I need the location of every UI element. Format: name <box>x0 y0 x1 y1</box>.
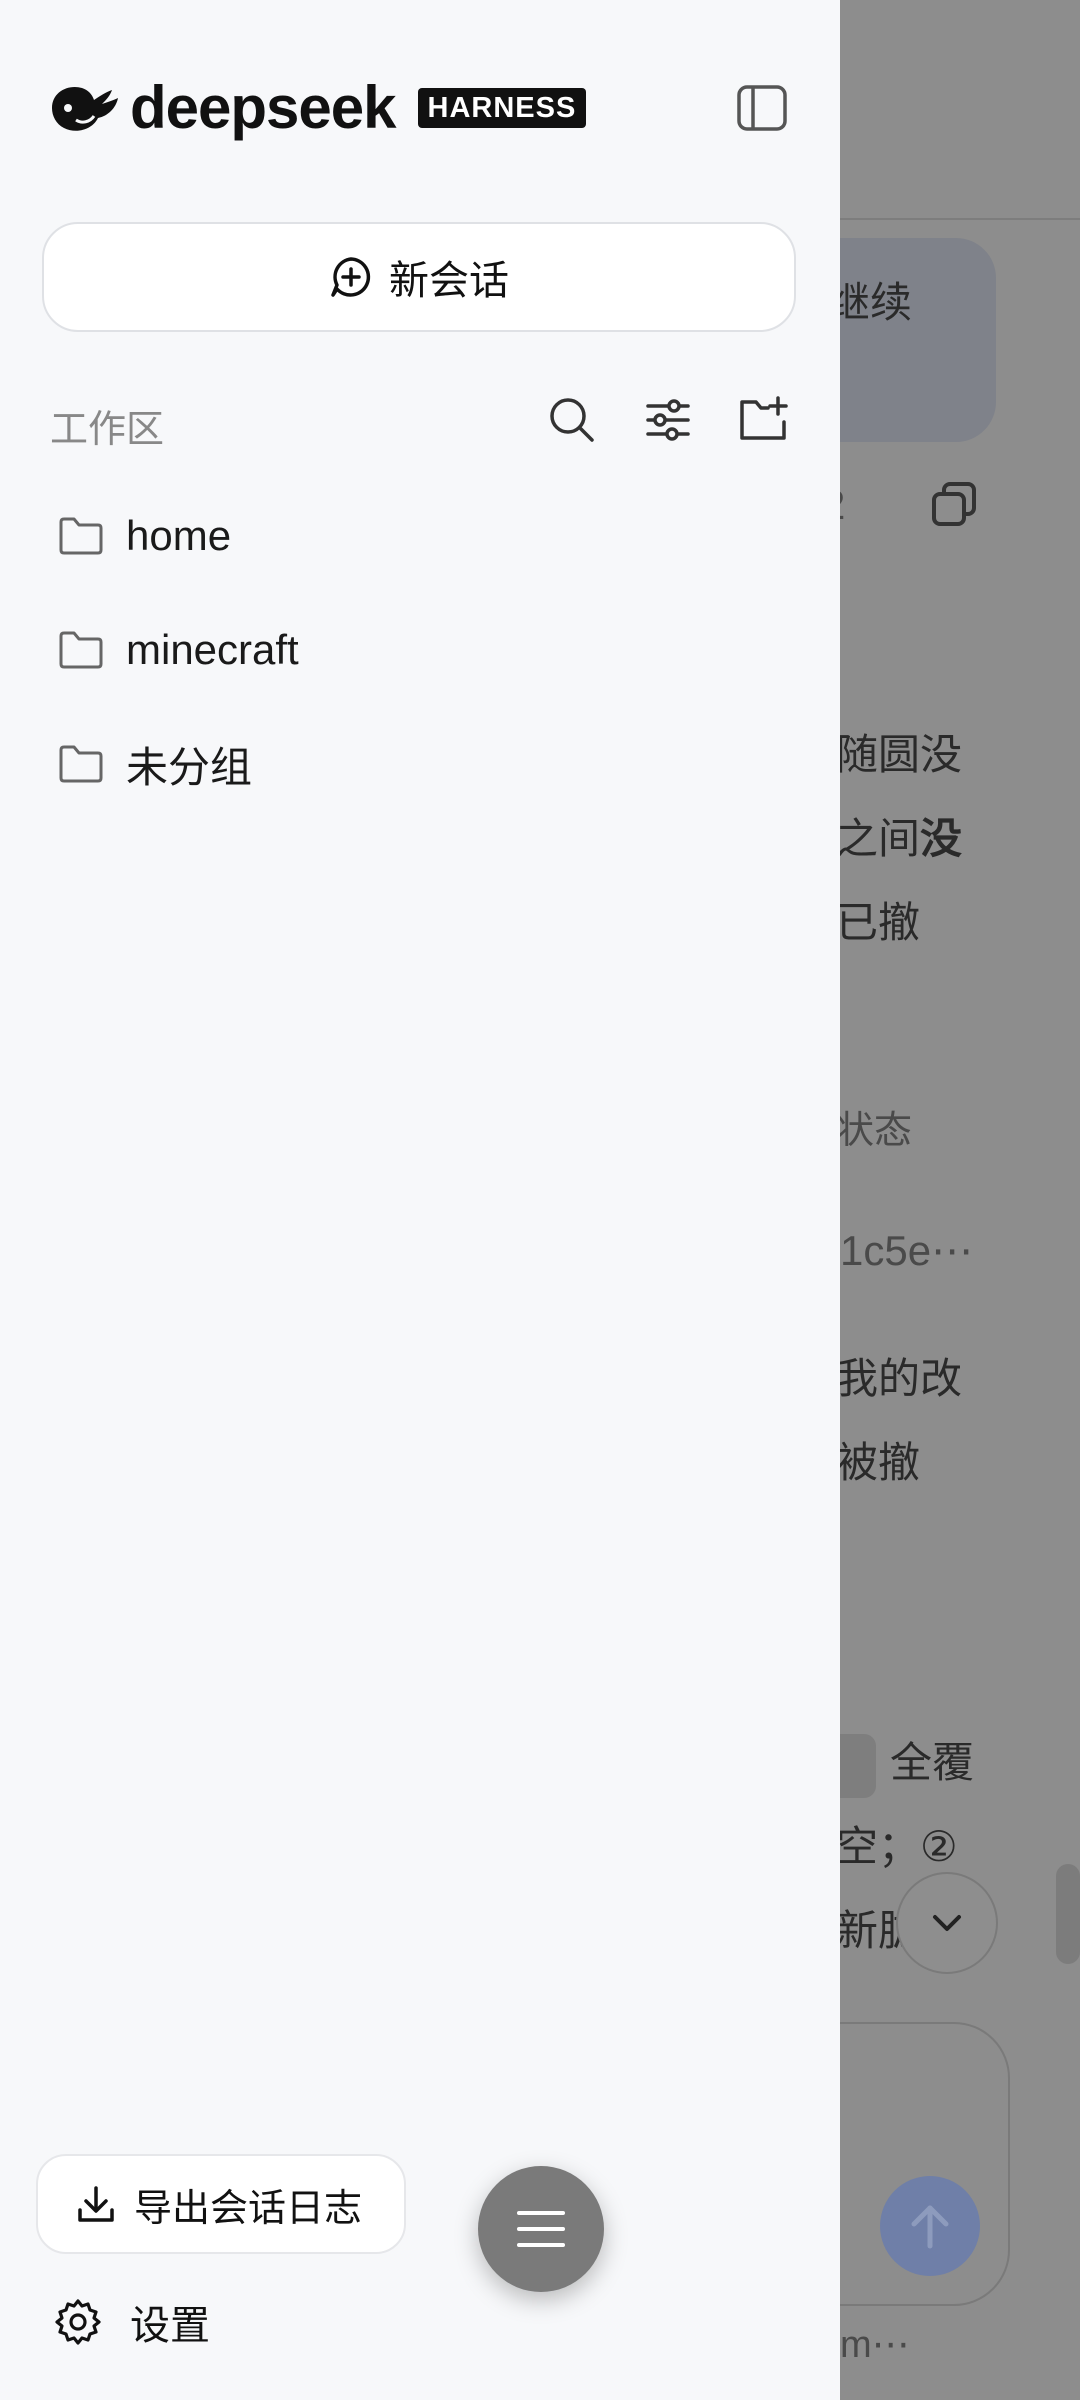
folder-label: minecraft <box>126 626 299 673</box>
message-line: 被撤 <box>836 1439 921 1486</box>
search-icon[interactable] <box>546 394 598 446</box>
chat-plus-icon <box>331 257 371 297</box>
new-chat-label: 新会话 <box>389 259 509 303</box>
folder-item-ungrouped[interactable]: 未分组 <box>58 724 252 804</box>
message-line: 我的改 <box>836 1355 963 1402</box>
filter-sliders-icon[interactable] <box>642 394 694 446</box>
folder-icon <box>59 745 103 783</box>
message-line: 随圆没 <box>836 731 963 778</box>
message-line: 全覆 <box>890 1739 975 1786</box>
brand-logo: deepseek HARNESS <box>46 74 587 141</box>
message-line: 已撤 <box>836 899 921 946</box>
menu-icon <box>517 2211 565 2247</box>
arrow-up-icon <box>911 2205 949 2249</box>
message-line: 空；② <box>836 1823 958 1870</box>
folder-label: 未分组 <box>126 743 253 791</box>
scroll-to-bottom-button[interactable] <box>896 1872 998 1974</box>
menu-fab-button[interactable] <box>478 2166 604 2292</box>
whale-logo-icon <box>52 86 118 131</box>
download-icon <box>78 2186 114 2222</box>
export-logs-button[interactable]: 导出会话日志 <box>36 2154 406 2254</box>
folder-item-minecraft[interactable]: minecraft <box>58 610 299 690</box>
folder-icon <box>59 631 103 669</box>
export-label: 导出会话日志 <box>134 2187 363 2230</box>
folder-item-home[interactable]: home <box>58 496 231 576</box>
gear-icon <box>55 2299 101 2345</box>
message-line: 之间没 <box>836 815 963 862</box>
message-line: (1c5e⋯ <box>826 1227 974 1274</box>
workspace-header: 工作区 <box>50 390 790 451</box>
chevron-down-icon <box>933 1915 961 1931</box>
settings-button[interactable]: 设置 <box>54 2294 210 2350</box>
sidebar-toggle-icon[interactable] <box>736 84 788 132</box>
copy-icon[interactable] <box>930 480 978 528</box>
brand-name: deepseek <box>130 74 397 141</box>
footer-text: m⋯ <box>840 2324 910 2366</box>
workspace-title: 工作区 <box>50 409 165 451</box>
folder-label: home <box>126 512 232 559</box>
scrollbar-thumb[interactable] <box>1056 1864 1080 1964</box>
message-line: 状态 <box>836 1110 913 1152</box>
folder-icon <box>59 517 103 555</box>
new-folder-icon[interactable] <box>738 394 790 446</box>
settings-label: 设置 <box>130 2304 210 2348</box>
send-button[interactable] <box>880 2176 980 2276</box>
header-divider <box>840 218 1080 220</box>
harness-badge: HARNESS <box>417 88 587 128</box>
sidebar-drawer: deepseek HARNESS 新会话 工作区 home minecraft … <box>0 0 840 2400</box>
bubble-text: 继续 <box>828 279 913 326</box>
new-chat-button[interactable]: 新会话 <box>42 222 796 332</box>
